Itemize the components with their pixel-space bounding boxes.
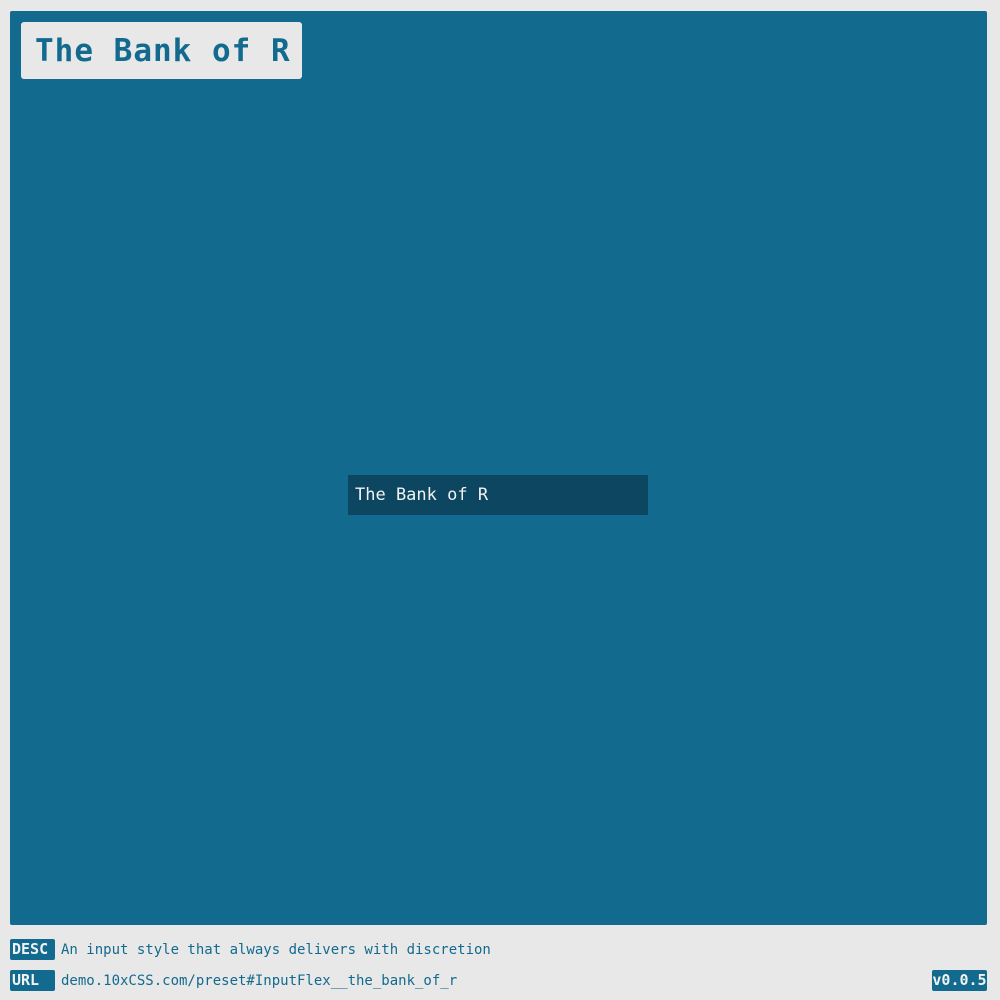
demo-stage: The Bank of R [10,11,987,925]
url-tag: URL [10,970,55,991]
page-title: The Bank of R [35,32,291,69]
demo-text-input[interactable] [348,475,648,515]
desc-tag: DESC [10,939,55,960]
url-text[interactable]: demo.10xCSS.com/preset#InputFlex__the_ba… [61,973,457,989]
description-text: An input style that always delivers with… [61,941,491,958]
title-card: The Bank of R [21,22,302,79]
url-row: URL demo.10xCSS.com/preset#InputFlex__th… [10,970,457,991]
description-row: DESC An input style that always delivers… [10,939,491,960]
version-badge: v0.0.5 [932,970,987,991]
